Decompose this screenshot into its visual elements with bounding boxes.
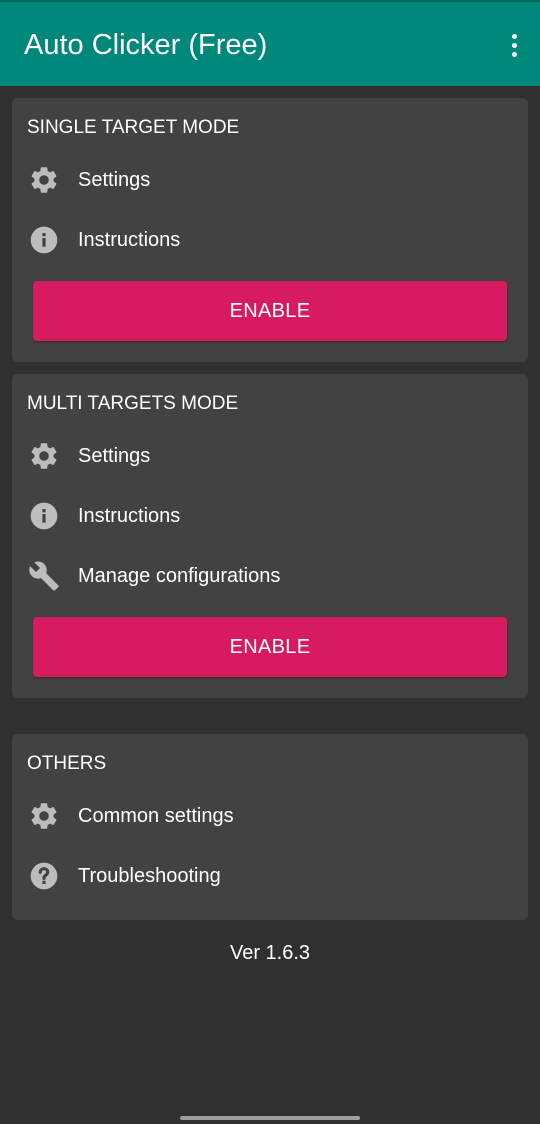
instructions-label: Instructions [78,229,181,251]
overflow-dot-icon [511,51,517,57]
overflow-dot-icon [511,42,517,48]
manage-configurations-label: Manage configurations [78,565,281,587]
single-target-instructions-row[interactable]: Instructions [12,210,528,270]
app-screen: Auto Clicker (Free) SINGLE TARGET MODE S… [0,0,540,1124]
settings-label: Settings [78,169,151,191]
info-icon [30,226,58,254]
troubleshooting-label: Troubleshooting [78,865,221,887]
others-card: OTHERS Common settings Troubleshooting [12,734,528,920]
gear-icon [31,803,57,829]
multi-targets-card: MULTI TARGETS MODE Settings Instructions… [12,374,528,698]
single-target-title: SINGLE TARGET MODE [27,117,240,138]
wrench-icon [29,561,59,591]
manage-configurations-row[interactable]: Manage configurations [12,546,528,606]
multi-targets-settings-row[interactable]: Settings [12,426,528,486]
version-text: Ver 1.6.3 [229,942,311,964]
gear-icon [31,443,57,469]
troubleshooting-row[interactable]: Troubleshooting [12,846,528,906]
app-title: Auto Clicker (Free) [24,29,268,61]
settings-label: Settings [78,445,151,467]
single-target-enable-button[interactable]: ENABLE [33,281,507,341]
info-icon [30,502,58,530]
single-target-settings-row[interactable]: Settings [12,150,528,210]
multi-targets-title: MULTI TARGETS MODE [27,393,239,414]
multi-targets-enable-button[interactable]: ENABLE [33,617,507,677]
others-title: OTHERS [27,753,107,774]
app-bar: Auto Clicker (Free) [0,0,540,86]
overflow-dot-icon [511,33,517,39]
gear-icon [31,167,57,193]
overflow-menu-button[interactable] [502,28,526,62]
single-target-card: SINGLE TARGET MODE Settings Instructions… [12,98,528,362]
home-indicator[interactable] [180,1116,360,1120]
multi-targets-instructions-row[interactable]: Instructions [12,486,528,546]
instructions-label: Instructions [78,505,181,527]
common-settings-row[interactable]: Common settings [12,786,528,846]
common-settings-label: Common settings [78,805,234,827]
help-icon [30,862,58,890]
